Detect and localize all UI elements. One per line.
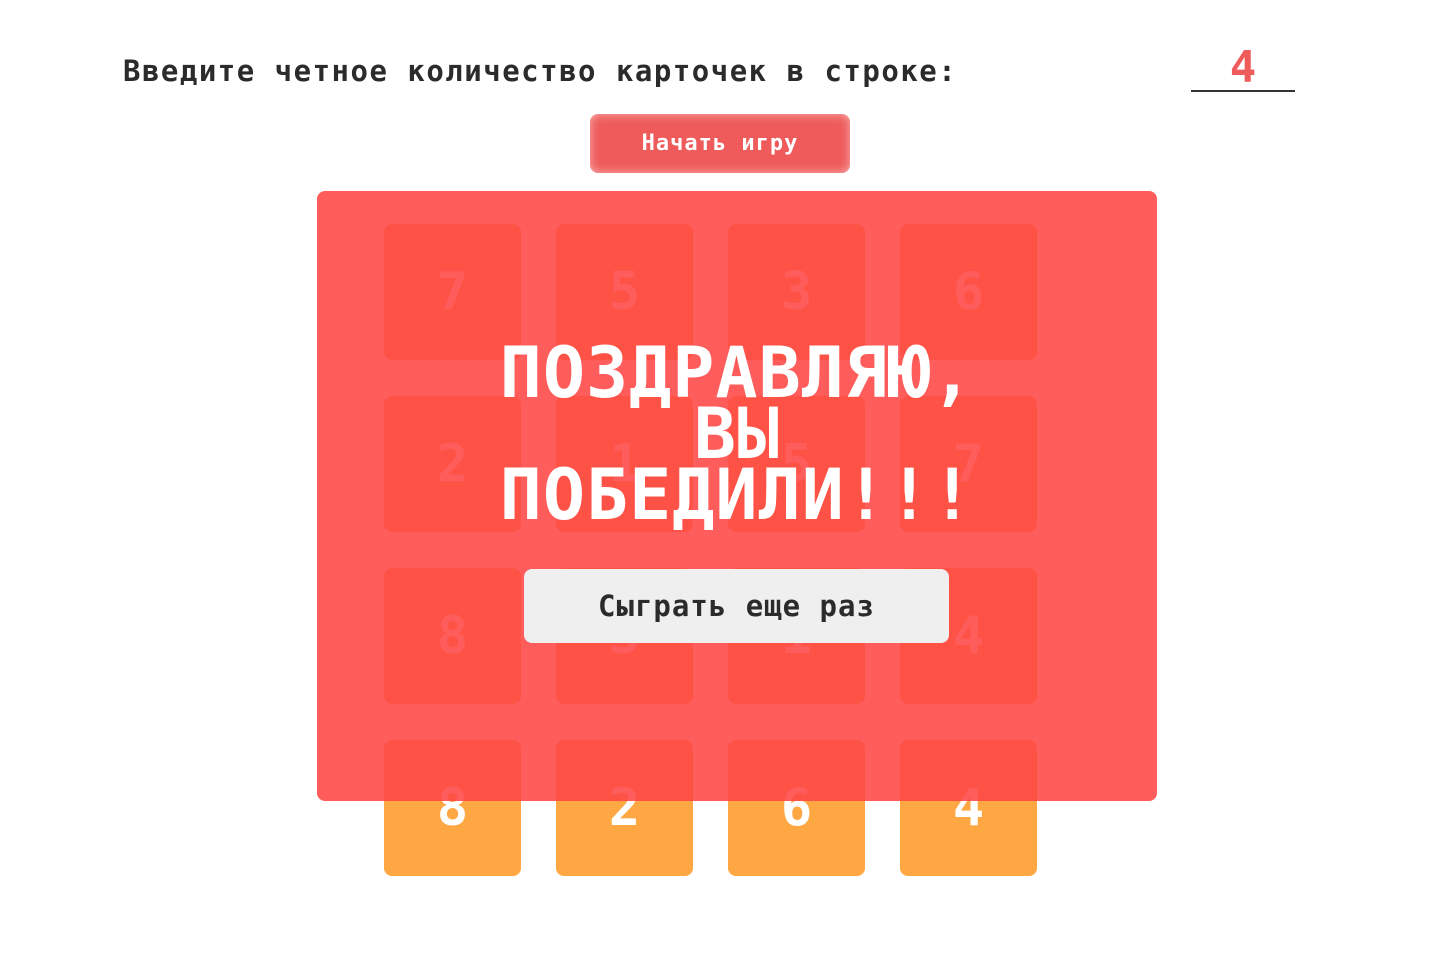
win-title-line-3: ПОБЕДИЛИ!!! xyxy=(499,454,975,536)
game-page: Введите четное количество карточек в стр… xyxy=(0,0,1440,979)
play-again-button[interactable]: Сыграть еще раз xyxy=(524,569,949,643)
cards-per-row-label: Введите четное количество карточек в стр… xyxy=(123,54,958,88)
win-title: ПОЗДРАВЛЯЮ, ВЫ ПОБЕДИЛИ!!! xyxy=(317,338,1157,536)
win-overlay: ПОЗДРАВЛЯЮ, ВЫ ПОБЕДИЛИ!!! Сыграть еще р… xyxy=(317,191,1157,801)
start-game-button[interactable]: Начать игру xyxy=(590,114,850,173)
cards-per-row-input[interactable] xyxy=(1191,44,1295,92)
settings-row: Введите четное количество карточек в стр… xyxy=(123,44,1295,94)
